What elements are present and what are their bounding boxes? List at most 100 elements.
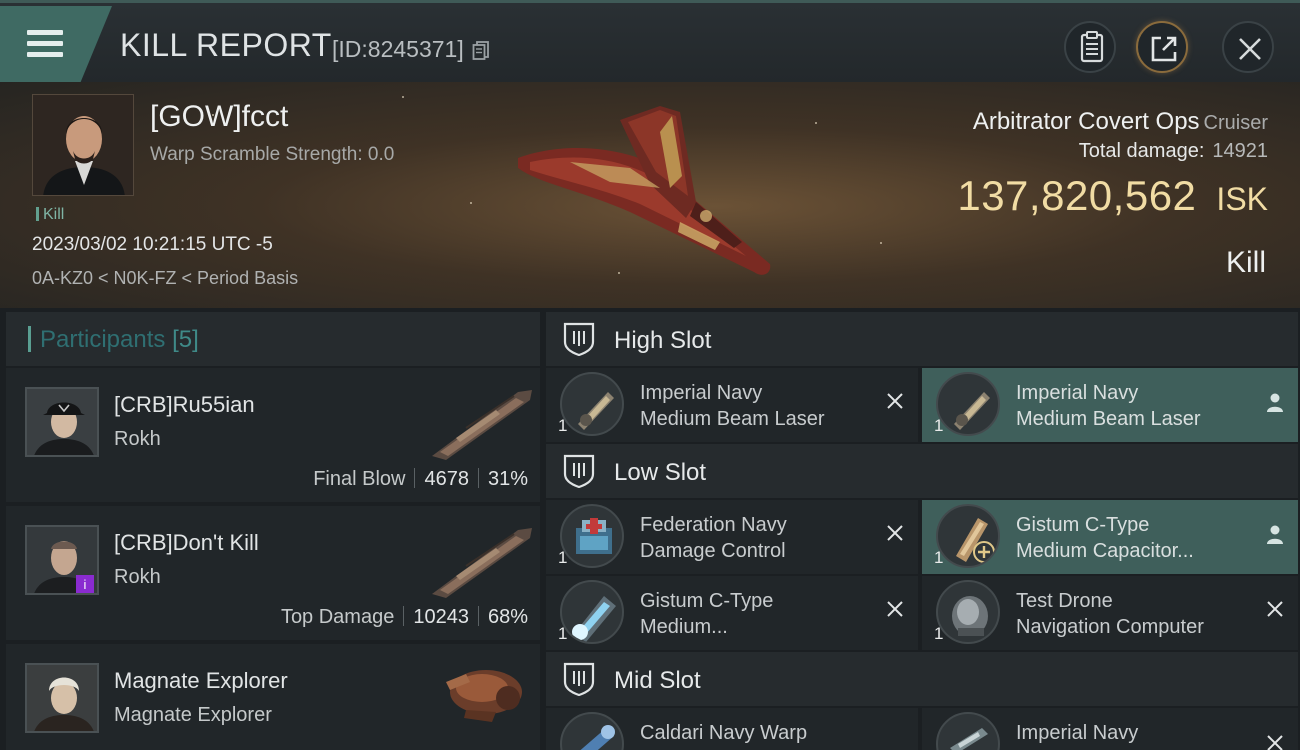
kill-datetime: 2023/03/02 10:21:15 UTC -5 [32, 234, 273, 255]
module-item[interactable]: 1 Imperial Navy Medium Beam Laser [546, 368, 918, 442]
share-button[interactable] [1136, 21, 1188, 73]
participant-avatar[interactable]: i [25, 525, 99, 595]
low-slot-label: Low Slot [614, 459, 707, 486]
pilot-portrait: i [27, 527, 97, 593]
victim-ship-image[interactable] [510, 92, 790, 297]
module-name: Imperial Navy Medium Beam Laser [640, 382, 825, 430]
module-name: Caldari Navy Warp [640, 722, 808, 744]
module-quantity: 1 [558, 548, 568, 567]
report-id[interactable]: [ID:8245371] [332, 36, 490, 63]
warp-disruptor-icon [560, 712, 624, 750]
person-icon [1267, 393, 1283, 412]
module-item[interactable]: Imperial Navy [922, 708, 1298, 750]
module-name: Test Drone Navigation Computer [1016, 590, 1204, 638]
isk-value: 137,820,562 ISK [957, 172, 1268, 220]
total-damage-value: 14921 [1212, 140, 1268, 162]
close-icon [1239, 38, 1261, 60]
isk-amount: 137,820,562 [957, 172, 1197, 219]
x-mark-icon [887, 393, 903, 409]
victim-name[interactable]: [GOW]fcct [150, 100, 288, 134]
participant-damage: 4678 [424, 468, 469, 490]
shield-slot-icon [563, 662, 595, 696]
module-item[interactable]: 1 Imperial Navy Medium Beam Laser [922, 368, 1298, 442]
imperial-module-icon [936, 712, 1000, 750]
participants-header: Participants [5] [6, 312, 540, 366]
module-name: Gistum C-Type Medium Capacitor... [1016, 514, 1194, 562]
low-slot-header: Low Slot [546, 444, 1298, 498]
participant-card[interactable]: Magnate Explorer Magnate Explorer [6, 644, 540, 750]
module-item[interactable]: 1 Gistum C-Type Medium Capacitor... [922, 500, 1298, 574]
participant-name: [CRB]Don't Kill [114, 530, 259, 555]
kill-location[interactable]: 0A-KZ0 < N0K-FZ < Period Basis [32, 268, 298, 289]
header-bar: KILL REPORT [ID:8245371] [0, 0, 1300, 82]
module-item[interactable]: 1 Federation Navy Damage Control [546, 500, 918, 574]
shield-slot-icon [563, 454, 595, 488]
victim-portrait[interactable] [32, 94, 134, 196]
participant-avatar[interactable] [25, 663, 99, 733]
header-accent-bar [28, 326, 31, 352]
shield-slot-icon [563, 322, 595, 356]
victim-ship-class: Cruiser [1203, 112, 1268, 134]
person-icon [1267, 525, 1283, 544]
participant-ship-image [432, 528, 532, 598]
module-item[interactable]: Caldari Navy Warp [546, 708, 918, 750]
victim-banner: [GOW]fcct Warp Scramble Strength: 0.0 Ki… [0, 82, 1300, 308]
kill-result-label: Kill [1225, 246, 1266, 279]
module-quantity: 1 [934, 624, 944, 643]
isk-unit: ISK [1216, 181, 1268, 217]
capacitor-icon [936, 504, 1000, 568]
victim-ship[interactable]: Arbitrator Covert Ops Cruiser [973, 108, 1268, 136]
beam-laser-icon [560, 372, 624, 436]
participant-ship-image [446, 670, 522, 722]
copy-icon[interactable] [472, 40, 490, 60]
participant-name: [CRB]Ru55ian [114, 392, 255, 417]
participant-role: Top Damage [280, 606, 395, 628]
capacitor-battery-icon [560, 580, 624, 644]
participant-avatar[interactable] [25, 387, 99, 457]
participant-percent: 31% [487, 468, 528, 490]
high-slot-label: High Slot [614, 327, 712, 354]
x-mark-icon [1267, 601, 1283, 617]
participants-title: Participants [5] [40, 326, 199, 354]
pilot-portrait [27, 389, 97, 455]
navigation-computer-icon [936, 580, 1000, 644]
participant-stats: Top Damage 10243 68% [281, 606, 528, 629]
module-item[interactable]: 1 Gistum C-Type Medium... [546, 576, 918, 650]
damage-control-icon [560, 504, 624, 568]
mid-slot-label: Mid Slot [614, 667, 701, 694]
clipboard-button[interactable] [1064, 21, 1116, 73]
menu-button[interactable] [0, 6, 112, 82]
victim-avatar [33, 95, 133, 195]
x-mark-icon [1267, 735, 1283, 750]
kill-tag: Kill [36, 206, 64, 224]
module-quantity: 1 [934, 416, 944, 435]
total-damage: Total damage: 14921 [1079, 140, 1268, 163]
close-button[interactable] [1222, 21, 1274, 73]
module-name: Federation Navy Damage Control [640, 514, 787, 562]
participants-label: Participants [40, 326, 166, 353]
participant-card[interactable]: i [CRB]Don't Kill Rokh Top Damage 10243 68… [6, 506, 540, 640]
high-slot-header: High Slot [546, 312, 1298, 366]
participant-stats: Final Blow 4678 31% [313, 468, 528, 491]
clipboard-icon [1080, 31, 1104, 63]
report-id-text: [ID:8245371] [332, 36, 464, 62]
share-icon [1151, 36, 1177, 62]
module-item[interactable]: 1 Test Drone Navigation Computer [922, 576, 1298, 650]
module-quantity: 1 [558, 416, 568, 435]
participant-ship: Magnate Explorer [114, 704, 272, 726]
module-name: Imperial Navy [1016, 722, 1139, 744]
mid-slot-header: Mid Slot [546, 652, 1298, 706]
participant-card[interactable]: [CRB]Ru55ian Rokh Final Blow 4678 31% [6, 368, 540, 502]
svg-text:i: i [84, 577, 87, 592]
pilot-portrait [27, 665, 97, 731]
victim-ship-name: Arbitrator Covert Ops [972, 108, 1200, 135]
total-damage-label: Total damage: [1078, 140, 1205, 162]
module-quantity: 1 [558, 624, 568, 643]
participant-ship-image [432, 390, 532, 460]
participant-percent: 68% [487, 606, 528, 628]
participants-count: [5] [172, 326, 199, 353]
x-mark-icon [887, 525, 903, 541]
participant-ship: Rokh [114, 428, 161, 450]
x-mark-icon [887, 601, 903, 617]
page-title: KILL REPORT [120, 27, 332, 63]
